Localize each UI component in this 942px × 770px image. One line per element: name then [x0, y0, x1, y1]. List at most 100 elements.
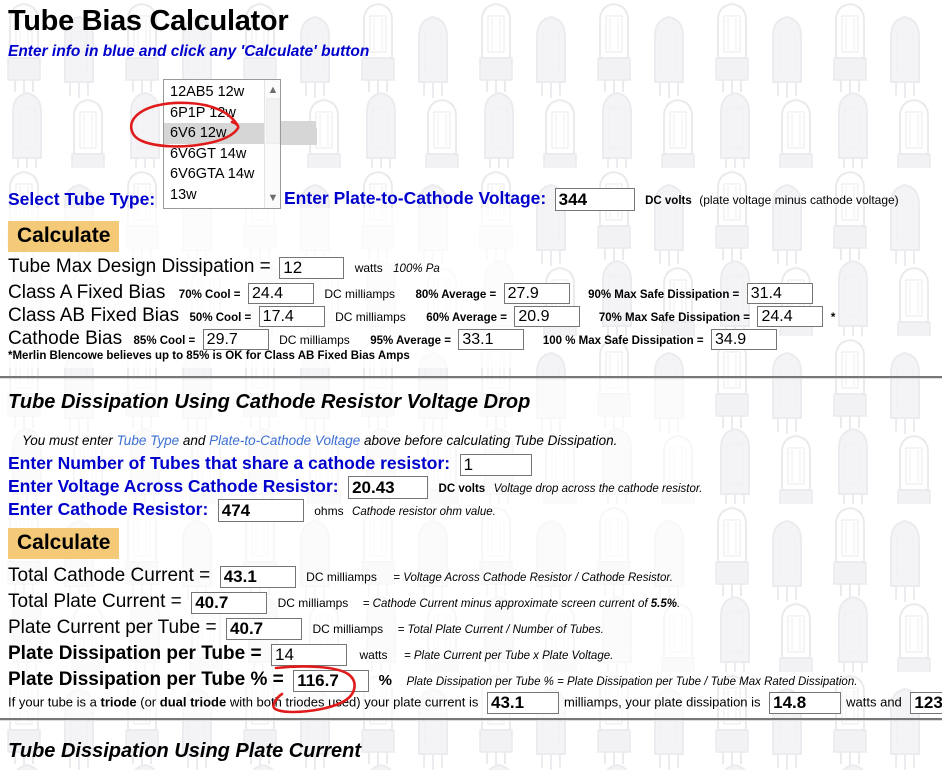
number-of-tubes-label: Enter Number of Tubes that share a catho… [8, 453, 451, 473]
class-a-average-label: 80% Average = [415, 289, 497, 301]
class-ab-fixed-bias-row: Class AB Fixed Bias 50% Cool = DC millia… [8, 305, 836, 328]
must-enter-pre: You must enter [22, 433, 117, 448]
plate-dissipation-per-tube-unit: watts [359, 648, 388, 662]
plate-dissipation-percent-input[interactable] [293, 669, 370, 692]
must-enter-post: above before calculating Tube Dissipatio… [360, 433, 618, 448]
class-a-maxsafe-input[interactable] [746, 283, 813, 305]
cathode-voltage-unit: DC volts [438, 483, 486, 495]
plate-to-cathode-voltage-link[interactable]: Plate-to-Cathode Voltage [209, 433, 360, 448]
page-title: Tube Bias Calculator [8, 5, 289, 37]
tube-max-design-dissipation-label: Tube Max Design Dissipation = [8, 256, 271, 277]
tube-type-link[interactable]: Tube Type [117, 433, 180, 448]
max-design-note: 100% Pa [393, 263, 440, 275]
tube-type-option[interactable]: 12AB5 12w [164, 82, 264, 103]
number-of-tubes-input[interactable] [459, 453, 532, 476]
formula-tail: . [676, 598, 681, 610]
select-tube-type-row: Select Tube Type: [8, 189, 155, 210]
max-design-unit: watts [354, 261, 383, 275]
class-a-cool-input[interactable] [247, 283, 314, 305]
tube-type-option-selected[interactable]: 6V6 12w [164, 123, 264, 144]
total-cathode-current-input[interactable] [219, 565, 296, 588]
class-a-average-input[interactable] [503, 283, 570, 305]
class-ab-maxsafe-input[interactable] [757, 306, 824, 328]
total-plate-current-unit: DC milliamps [277, 596, 349, 610]
cathode-resistor-label: Enter Cathode Resistor: [8, 499, 209, 519]
tube-type-option[interactable]: 6P1P 12w [164, 103, 264, 124]
tube-max-design-dissipation-row: Tube Max Design Dissipation = watts 100%… [8, 256, 440, 279]
chevron-down-icon[interactable]: ▼ [265, 190, 280, 206]
plate-current-per-tube-input[interactable] [226, 617, 303, 640]
plate-current-per-tube-label: Plate Current per Tube = [8, 617, 217, 638]
total-plate-current-row: Total Plate Current = DC milliamps = Cat… [8, 591, 680, 614]
tube-type-option[interactable]: 6V6GT 14w [164, 144, 264, 165]
class-ab-unit: DC milliamps [335, 310, 406, 324]
triode-percent-input[interactable] [910, 692, 942, 714]
cathode-bias-label: Cathode Bias [8, 328, 123, 349]
section-heading-plate-current: Tube Dissipation Using Plate Current [8, 740, 362, 762]
percent-sign: % [378, 672, 392, 689]
class-ab-star: * [830, 312, 836, 324]
tube-type-option[interactable]: 6V6GTA 14w [164, 164, 264, 185]
must-enter-mid: and [179, 433, 210, 448]
scrollbar-thumb[interactable] [266, 98, 280, 144]
cathode-resistor-unit: ohms [314, 504, 344, 518]
voltage-across-cathode-resistor-row: Enter Voltage Across Cathode Resistor: D… [8, 476, 702, 500]
tube-type-option-list: 12AB5 12w 6P1P 12w 6V6 12w 6V6GT 14w 6V6… [164, 80, 264, 208]
total-plate-current-label: Total Plate Current = [8, 591, 182, 612]
triode-mid3: milliamps, your plate dissipation is [564, 694, 765, 710]
plate-dissipation-per-tube-formula: = Plate Current per Tube x Plate Voltage… [403, 650, 614, 662]
page-root: Tube Bias Calculator Enter info in blue … [0, 0, 942, 770]
plate-dissipation-per-tube-row: Plate Dissipation per Tube = watts = Pla… [8, 643, 613, 666]
dual-triode-bold: dual triode [159, 694, 227, 710]
triode-plate-dissipation-input[interactable] [769, 692, 842, 714]
triode-mid4: watts and [846, 694, 906, 710]
class-ab-cool-input[interactable] [258, 306, 325, 328]
total-cathode-current-label: Total Cathode Current = [8, 565, 211, 586]
tube-type-listbox[interactable]: 12AB5 12w 6P1P 12w 6V6 12w 6V6GT 14w 6V6… [163, 79, 281, 209]
class-a-maxsafe-label: 90% Max Safe Dissipation = [588, 289, 740, 301]
class-a-fixed-bias-row: Class A Fixed Bias 70% Cool = DC milliam… [8, 282, 813, 305]
must-enter-note: You must enter Tube Type and Plate-to-Ca… [22, 433, 617, 448]
cathode-bias-maxsafe-label: 100 % Max Safe Dissipation = [542, 335, 704, 347]
tube-max-design-dissipation-input[interactable] [279, 256, 345, 279]
cathode-bias-average-label: 95% Average = [370, 335, 451, 347]
class-a-fixed-bias-label: Class A Fixed Bias [8, 282, 166, 303]
triode-bold: triode [100, 694, 137, 710]
select-tube-type-label: Select Tube Type: [8, 189, 156, 209]
class-ab-average-input[interactable] [514, 306, 581, 328]
calculate-button-top[interactable]: Calculate [8, 221, 120, 252]
section-heading-cathode-resistor: Tube Dissipation Using Cathode Resistor … [8, 391, 531, 413]
formula-text: = Cathode Current minus approximate scre… [362, 598, 651, 610]
total-plate-current-formula: = Cathode Current minus approximate scre… [363, 598, 680, 610]
plate-current-per-tube-unit: DC milliamps [312, 622, 384, 636]
screen-current-percent: 5.5% [650, 598, 677, 610]
class-ab-maxsafe-label: 70% Max Safe Dissipation = [598, 312, 750, 324]
total-plate-current-input[interactable] [191, 591, 268, 614]
voltage-unit-label: DC volts [645, 195, 692, 207]
cathode-bias-cool-input[interactable] [202, 329, 269, 351]
cathode-bias-unit: DC milliamps [279, 333, 350, 347]
cathode-bias-average-input[interactable] [458, 329, 525, 351]
tube-type-option[interactable]: 13w [164, 185, 264, 206]
triode-pre: If your tube is a [8, 694, 101, 710]
triode-note-row: If your tube is a triode (or dual triode… [8, 692, 942, 714]
plate-current-per-tube-row: Plate Current per Tube = DC milliamps = … [8, 617, 604, 640]
cathode-bias-maxsafe-input[interactable] [711, 329, 778, 351]
plate-dissipation-percent-row: Plate Dissipation per Tube % = % Plate D… [8, 669, 857, 692]
plate-dissipation-per-tube-input[interactable] [271, 643, 348, 666]
total-cathode-current-formula: = Voltage Across Cathode Resistor / Cath… [393, 572, 673, 584]
chevron-up-icon[interactable]: ▲ [265, 82, 280, 98]
plate-to-cathode-voltage-label: Enter Plate-to-Cathode Voltage: [284, 188, 547, 208]
plate-dissipation-percent-label: Plate Dissipation per Tube % = [8, 669, 284, 690]
tube-type-option-clipped[interactable] [164, 205, 264, 208]
number-of-tubes-row: Enter Number of Tubes that share a catho… [8, 453, 532, 476]
cathode-resistor-note: Cathode resistor ohm value. [352, 506, 496, 518]
calculate-button-cathode[interactable]: Calculate [8, 528, 120, 559]
triode-plate-current-input[interactable] [487, 692, 559, 714]
plate-to-cathode-voltage-input[interactable] [554, 188, 635, 212]
listbox-scrollbar[interactable]: ▲ ▼ [264, 80, 280, 208]
plate-to-cathode-voltage-row: Enter Plate-to-Cathode Voltage: DC volts… [284, 188, 899, 212]
page-subtitle: Enter info in blue and click any 'Calcul… [8, 43, 370, 60]
voltage-across-cathode-resistor-input[interactable] [348, 476, 429, 500]
cathode-resistor-input[interactable] [217, 499, 304, 523]
